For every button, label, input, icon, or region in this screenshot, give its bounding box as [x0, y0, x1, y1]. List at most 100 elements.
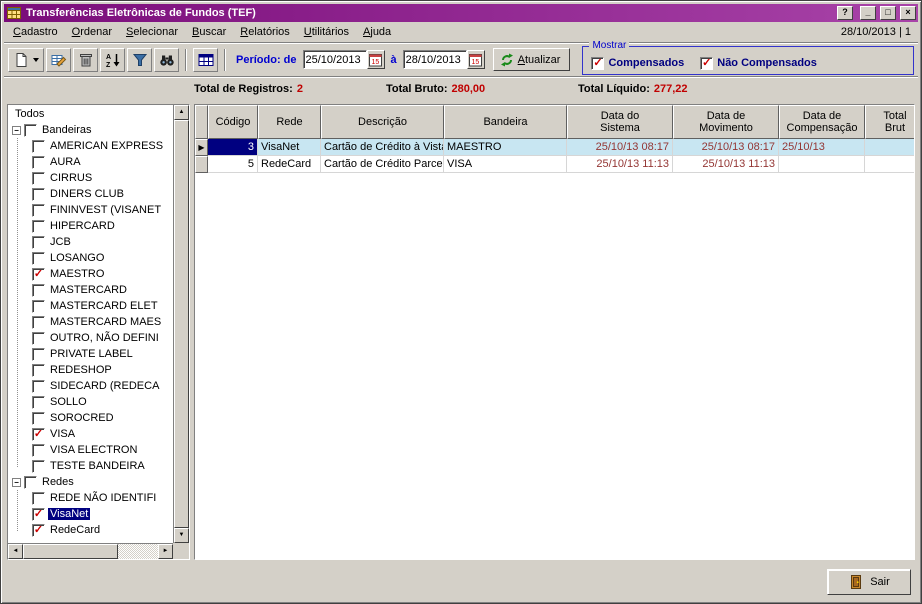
menu-relatorios[interactable]: Relatórios: [233, 23, 297, 41]
tree-item-label[interactable]: AURA: [48, 156, 83, 168]
tree-item[interactable]: OUTRO, NÃO DEFINI: [10, 330, 173, 346]
menu-buscar[interactable]: Buscar: [185, 23, 233, 41]
tree-item-label[interactable]: OUTRO, NÃO DEFINI: [48, 332, 161, 344]
cell-data-sistema[interactable]: 25/10/13 11:13: [567, 156, 673, 173]
tree-checkbox[interactable]: [24, 476, 37, 489]
tree-item[interactable]: LOSANGO: [10, 250, 173, 266]
nao-compensados-checkbox[interactable]: Não Compensados: [700, 57, 817, 70]
tree-item-label[interactable]: HIPERCARD: [48, 220, 117, 232]
tree-item-label[interactable]: DINERS CLUB: [48, 188, 126, 200]
tree-item[interactable]: CIRRUS: [10, 170, 173, 186]
tree-item-label[interactable]: JCB: [48, 236, 73, 248]
collapse-icon[interactable]: −: [12, 478, 21, 487]
menu-ordenar[interactable]: Ordenar: [65, 23, 119, 41]
checkbox-checked-icon[interactable]: [700, 57, 713, 70]
cell-bandeira[interactable]: MAESTRO: [444, 139, 567, 156]
cell-data-compensacao[interactable]: 25/10/13: [779, 139, 865, 156]
vertical-scroll-thumb[interactable]: [174, 120, 189, 528]
tree-checkbox[interactable]: [32, 332, 45, 345]
find-button[interactable]: [154, 48, 179, 72]
tree-checkbox[interactable]: [32, 412, 45, 425]
date-from-calendar-button[interactable]: 15: [367, 50, 385, 69]
tree-item-label[interactable]: REDESHOP: [48, 364, 114, 376]
tree-checkbox[interactable]: [32, 316, 45, 329]
scroll-left-button[interactable]: ◄: [8, 544, 23, 559]
tree-checkbox[interactable]: [32, 524, 45, 537]
new-button[interactable]: [8, 48, 44, 72]
tree-item-label[interactable]: MASTERCARD MAES: [48, 316, 163, 328]
tree-item[interactable]: TESTE BANDEIRA: [10, 458, 173, 474]
close-button[interactable]: ×: [900, 6, 916, 20]
tree-item-label[interactable]: SIDECARD (REDECA: [48, 380, 161, 392]
grid-row[interactable]: 5RedeCardCartão de Crédito ParcelaVISA25…: [195, 156, 915, 173]
tree-item-label[interactable]: VisaNet: [48, 508, 90, 520]
tree-checkbox[interactable]: [32, 204, 45, 217]
tree-checkbox[interactable]: [32, 300, 45, 313]
title-bar[interactable]: Transferências Eletrônicas de Fundos (TE…: [4, 4, 918, 22]
tree-root-item[interactable]: Todos: [10, 106, 173, 122]
tree-checkbox[interactable]: [32, 460, 45, 473]
filter-button[interactable]: [127, 48, 152, 72]
date-from-input[interactable]: [303, 50, 367, 69]
tree-checkbox[interactable]: [32, 428, 45, 441]
tree-checkbox[interactable]: [32, 508, 45, 521]
tree-item-label[interactable]: TESTE BANDEIRA: [48, 460, 147, 472]
tree-item-label[interactable]: SOLLO: [48, 396, 89, 408]
tree-checkbox[interactable]: [32, 252, 45, 265]
dropdown-arrow-icon[interactable]: [33, 58, 39, 62]
tree-checkbox[interactable]: [32, 156, 45, 169]
tree-checkbox[interactable]: [32, 236, 45, 249]
tree-vertical-scrollbar[interactable]: ▲ ▼: [173, 105, 189, 543]
cell-total-bruto[interactable]: [865, 156, 915, 173]
grid-header-total-bruto[interactable]: Total Brut: [865, 105, 915, 139]
tree-item-label[interactable]: VISA ELECTRON: [48, 444, 139, 456]
menu-selecionar[interactable]: Selecionar: [119, 23, 185, 41]
sort-button[interactable]: A Z: [100, 48, 125, 72]
tree-item-label[interactable]: MASTERCARD ELET: [48, 300, 160, 312]
checkbox-checked-icon[interactable]: [591, 57, 604, 70]
tree-item-label[interactable]: LOSANGO: [48, 252, 106, 264]
tree-item[interactable]: AURA: [10, 154, 173, 170]
edit-button[interactable]: [46, 48, 71, 72]
tree-item[interactable]: HIPERCARD: [10, 218, 173, 234]
tree-checkbox[interactable]: [32, 396, 45, 409]
tree-item-label[interactable]: MAESTRO: [48, 268, 106, 280]
tree-checkbox[interactable]: [32, 348, 45, 361]
cell-codigo[interactable]: 5: [208, 156, 258, 173]
compensados-checkbox[interactable]: Compensados: [591, 57, 684, 70]
tree-item[interactable]: MASTERCARD MAES: [10, 314, 173, 330]
grid-header-codigo[interactable]: Código: [208, 105, 258, 139]
tree-group-item[interactable]: −Redes: [10, 474, 173, 490]
horizontal-scroll-track[interactable]: [118, 544, 158, 559]
tree-item-label[interactable]: REDE NÃO IDENTIFI: [48, 492, 158, 504]
scroll-down-button[interactable]: ▼: [174, 528, 189, 543]
tree-item[interactable]: AMERICAN EXPRESS: [10, 138, 173, 154]
tree-item[interactable]: FININVEST (VISANET: [10, 202, 173, 218]
tree-item[interactable]: MASTERCARD ELET: [10, 298, 173, 314]
tree-item[interactable]: PRIVATE LABEL: [10, 346, 173, 362]
tree-checkbox[interactable]: [32, 188, 45, 201]
tree-group-item[interactable]: −Bandeiras: [10, 122, 173, 138]
tree-checkbox[interactable]: [32, 364, 45, 377]
scroll-up-button[interactable]: ▲: [174, 105, 189, 120]
cell-rede[interactable]: VisaNet: [258, 139, 321, 156]
tree-item[interactable]: VISA ELECTRON: [10, 442, 173, 458]
cell-descricao[interactable]: Cartão de Crédito à Vista: [321, 139, 444, 156]
tree-checkbox[interactable]: [32, 268, 45, 281]
tree-item[interactable]: REDE NÃO IDENTIFI: [10, 490, 173, 506]
grid-header-descricao[interactable]: Descrição: [321, 105, 444, 139]
cell-codigo[interactable]: 3: [208, 139, 258, 156]
tree-item[interactable]: MAESTRO: [10, 266, 173, 282]
tree-item-label[interactable]: FININVEST (VISANET: [48, 204, 163, 216]
tree-item[interactable]: SIDECARD (REDECA: [10, 378, 173, 394]
menu-utilitarios[interactable]: Utilitários: [297, 23, 356, 41]
grid-header-data-sistema[interactable]: Data do Sistema: [567, 105, 673, 139]
tree-checkbox[interactable]: [32, 380, 45, 393]
tree-item[interactable]: MASTERCARD: [10, 282, 173, 298]
grid-view-button[interactable]: [193, 48, 218, 72]
tree-checkbox[interactable]: [32, 172, 45, 185]
cell-total-bruto[interactable]: [865, 139, 915, 156]
date-to-calendar-button[interactable]: 15: [467, 50, 485, 69]
tree-item-label[interactable]: AMERICAN EXPRESS: [48, 140, 165, 152]
tree-item[interactable]: VISA: [10, 426, 173, 442]
